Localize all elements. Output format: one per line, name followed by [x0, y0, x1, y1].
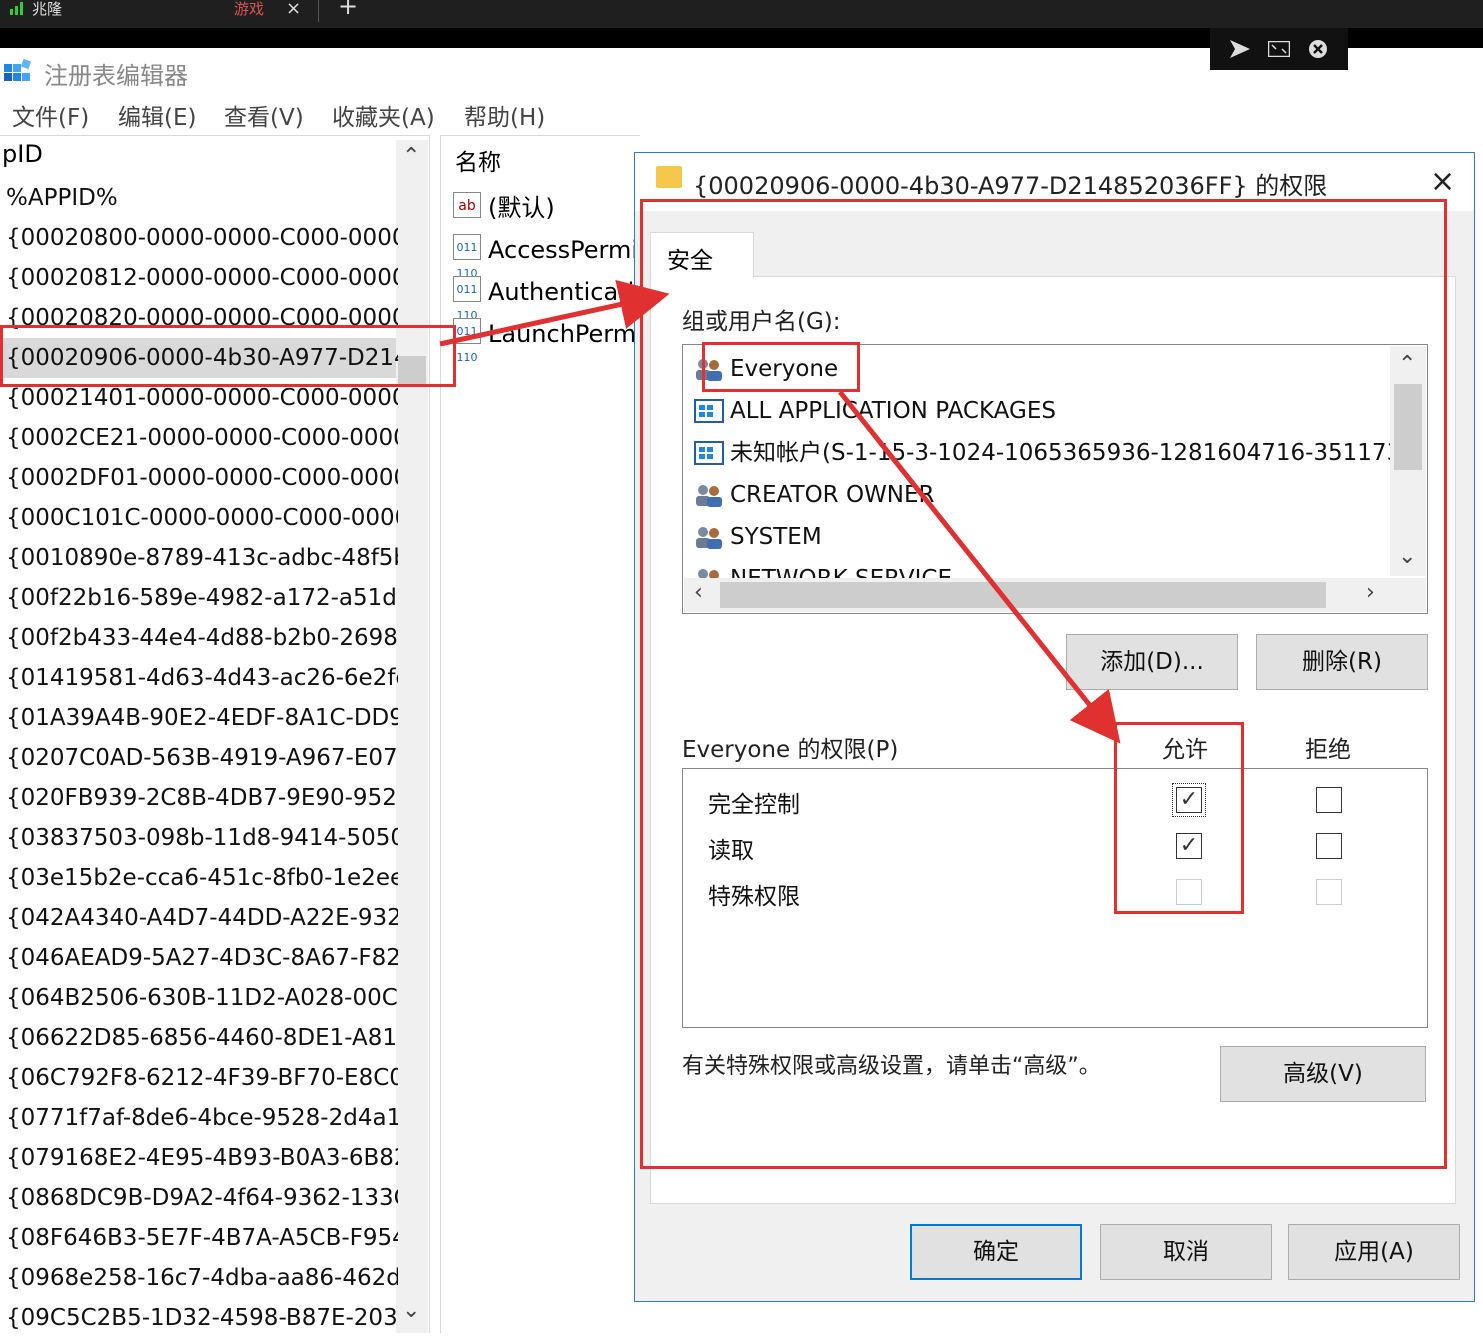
annotation-arrows — [439, 279, 1121, 744]
